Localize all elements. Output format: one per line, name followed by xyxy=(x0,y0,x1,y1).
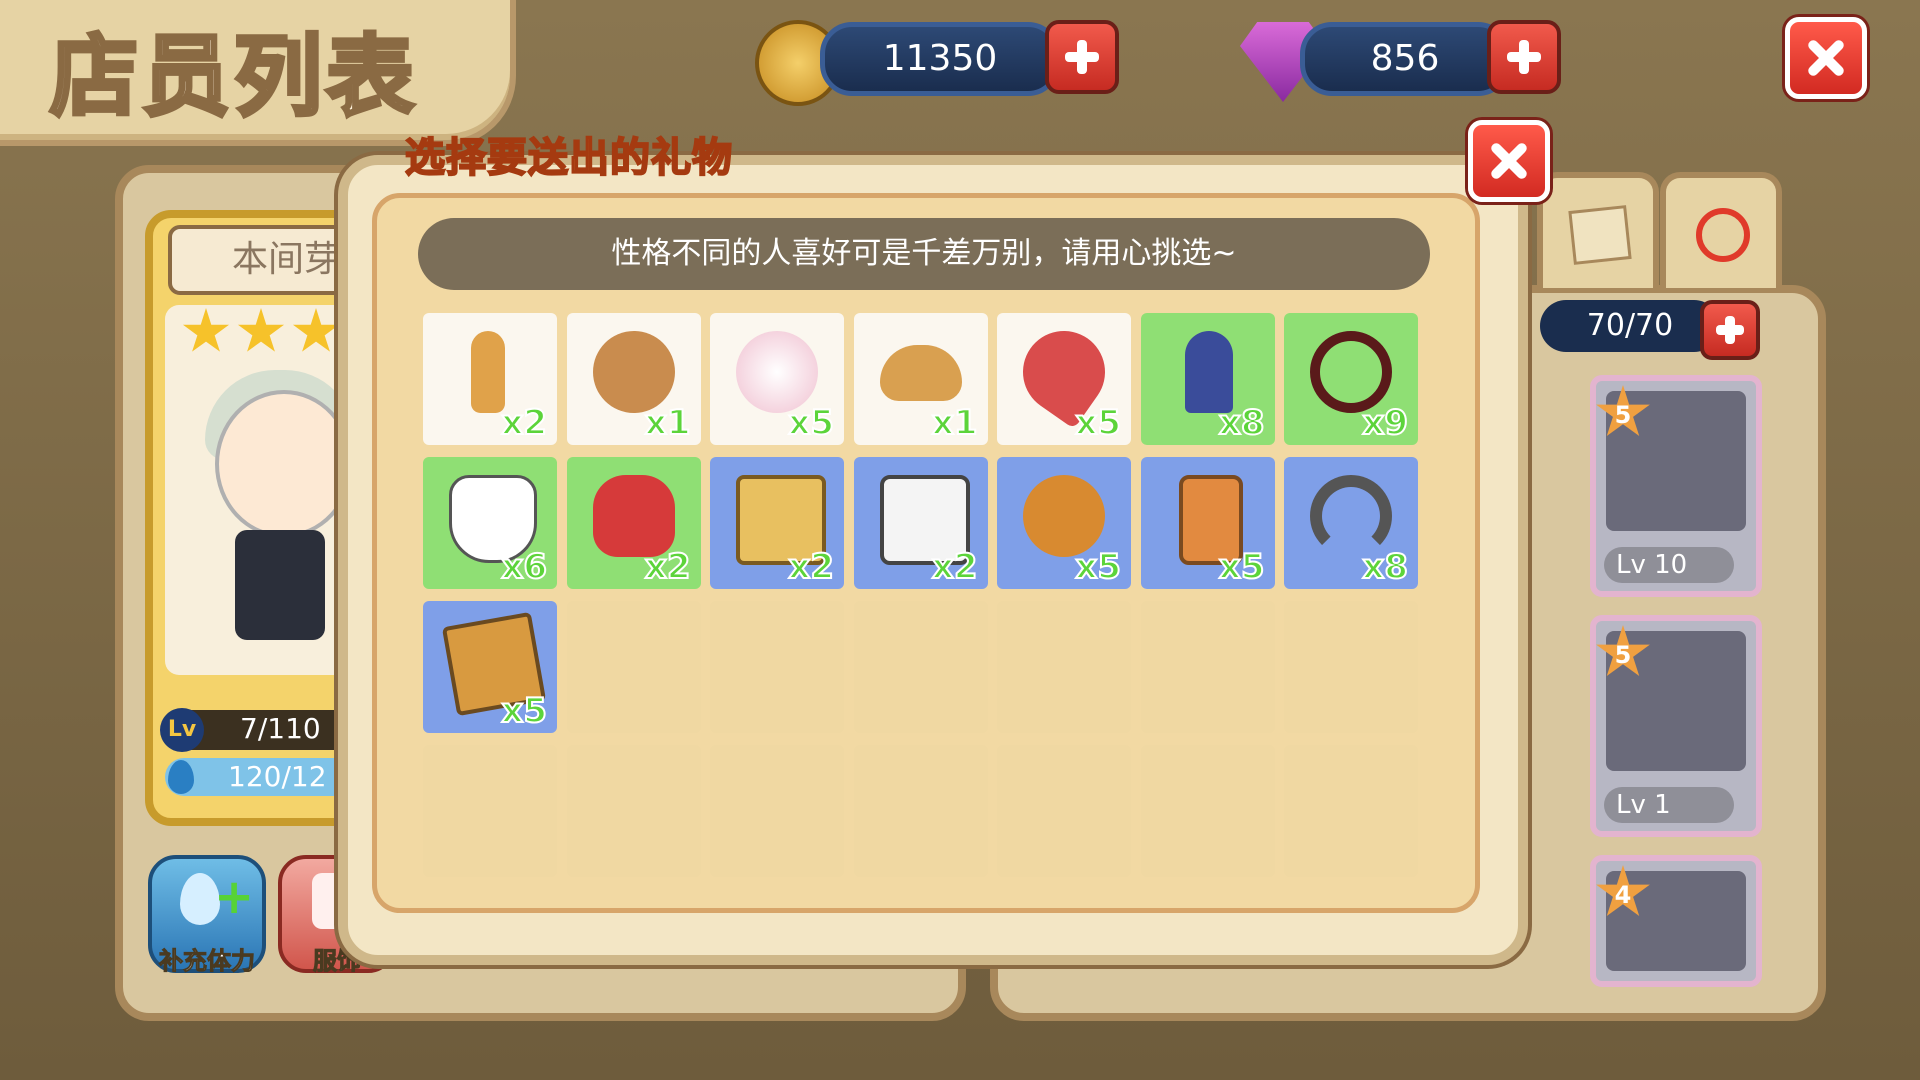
forbidden-icon xyxy=(1696,208,1750,262)
gift-slot[interactable]: x5 xyxy=(997,457,1131,589)
gift-slot[interactable]: x1 xyxy=(566,313,701,445)
gift-count: x2 xyxy=(644,546,692,588)
gift-count: x1 xyxy=(931,402,979,444)
gift-slot[interactable]: x8 xyxy=(1140,313,1275,445)
tab-map[interactable] xyxy=(1537,172,1659,288)
empty-gift-slot xyxy=(997,745,1131,877)
gift-count: x1 xyxy=(644,402,692,444)
add-gems-button[interactable] xyxy=(1487,20,1561,94)
bread-icon xyxy=(879,345,962,401)
stamina-text: 120/12 xyxy=(228,760,327,793)
gift-slot[interactable]: x9 xyxy=(1284,313,1418,445)
gift-slot[interactable]: x5 xyxy=(997,313,1131,445)
gift-count: x5 xyxy=(1074,402,1122,444)
headphones-icon xyxy=(1310,475,1392,557)
empty-gift-slot xyxy=(423,745,557,877)
gift-count: x2 xyxy=(931,546,979,588)
level-badge: Lv xyxy=(160,708,204,752)
staff-level: Lv 1 xyxy=(1604,787,1734,823)
gift-count: x5 xyxy=(1074,546,1122,588)
gift-slot[interactable]: x5 xyxy=(710,313,844,445)
plus-icon: + xyxy=(214,869,255,925)
bottle-icon xyxy=(471,331,505,413)
empty-gift-slot xyxy=(1284,601,1418,733)
heart-bracelet-icon xyxy=(1310,331,1392,413)
teddy-bear-icon xyxy=(592,331,675,413)
empty-gift-slot xyxy=(1284,745,1418,877)
add-staff-slot-button[interactable] xyxy=(1700,300,1760,360)
gift-count: x5 xyxy=(1218,546,1266,588)
boxing-gloves-icon xyxy=(592,475,675,557)
character-face xyxy=(215,390,353,538)
bouquet-icon xyxy=(736,331,818,413)
empty-gift-slot xyxy=(997,601,1131,733)
gift-count: x8 xyxy=(1361,546,1409,588)
gift-hint: 性格不同的人喜好可是千差万别，请用心挑选~ xyxy=(418,218,1430,290)
tab-forbidden[interactable] xyxy=(1660,172,1782,288)
gift-slot[interactable]: x1 xyxy=(853,313,988,445)
gift-count: x8 xyxy=(1218,402,1266,444)
map-icon xyxy=(1568,205,1632,265)
gift-slot[interactable]: x5 xyxy=(423,601,557,733)
page-title: 店员列表 xyxy=(48,22,419,130)
stamina-plus-label: 补充体力 xyxy=(159,947,256,976)
guitar-icon xyxy=(1023,475,1105,557)
stamina-plus-button[interactable]: + 补充体力 xyxy=(148,855,266,976)
empty-gift-slot xyxy=(710,601,844,733)
gift-slot[interactable]: x2 xyxy=(853,457,988,589)
gift-dialog-close-button[interactable] xyxy=(1468,120,1550,202)
gift-count: x5 xyxy=(787,402,835,444)
empty-gift-slot xyxy=(566,745,701,877)
character-body xyxy=(235,530,325,640)
staff-level: Lv 10 xyxy=(1604,547,1734,583)
empty-gift-slot xyxy=(853,601,988,733)
gift-count: x9 xyxy=(1361,402,1409,444)
gift-count: x5 xyxy=(500,690,548,732)
gem-counter: 856 xyxy=(1300,22,1510,96)
gift-count: x6 xyxy=(500,546,548,588)
gift-slot[interactable]: x8 xyxy=(1284,457,1418,589)
water-drop-icon xyxy=(168,760,194,794)
gift-slot[interactable]: x5 xyxy=(1140,457,1275,589)
gift-slot[interactable]: x6 xyxy=(423,457,557,589)
level-text: 7/110 xyxy=(240,712,321,745)
gift-slot[interactable]: x2 xyxy=(710,457,844,589)
empty-gift-slot xyxy=(710,745,844,877)
figurine-icon xyxy=(1184,331,1233,413)
gift-slot[interactable]: x2 xyxy=(566,457,701,589)
empty-gift-slot xyxy=(566,601,701,733)
gift-count: x2 xyxy=(787,546,835,588)
empty-gift-slot xyxy=(1140,601,1275,733)
empty-gift-slot xyxy=(853,745,988,877)
coin-counter: 11350 xyxy=(820,22,1060,96)
gift-slot[interactable]: x2 xyxy=(423,313,557,445)
staff-card[interactable] xyxy=(1590,855,1762,987)
staff-count: 70/70 xyxy=(1540,300,1720,352)
empty-gift-slot xyxy=(1140,745,1275,877)
gift-count: x2 xyxy=(500,402,548,444)
gift-dialog-title: 选择要送出的礼物 xyxy=(404,133,733,182)
add-coins-button[interactable] xyxy=(1045,20,1119,94)
close-button[interactable] xyxy=(1785,17,1867,99)
